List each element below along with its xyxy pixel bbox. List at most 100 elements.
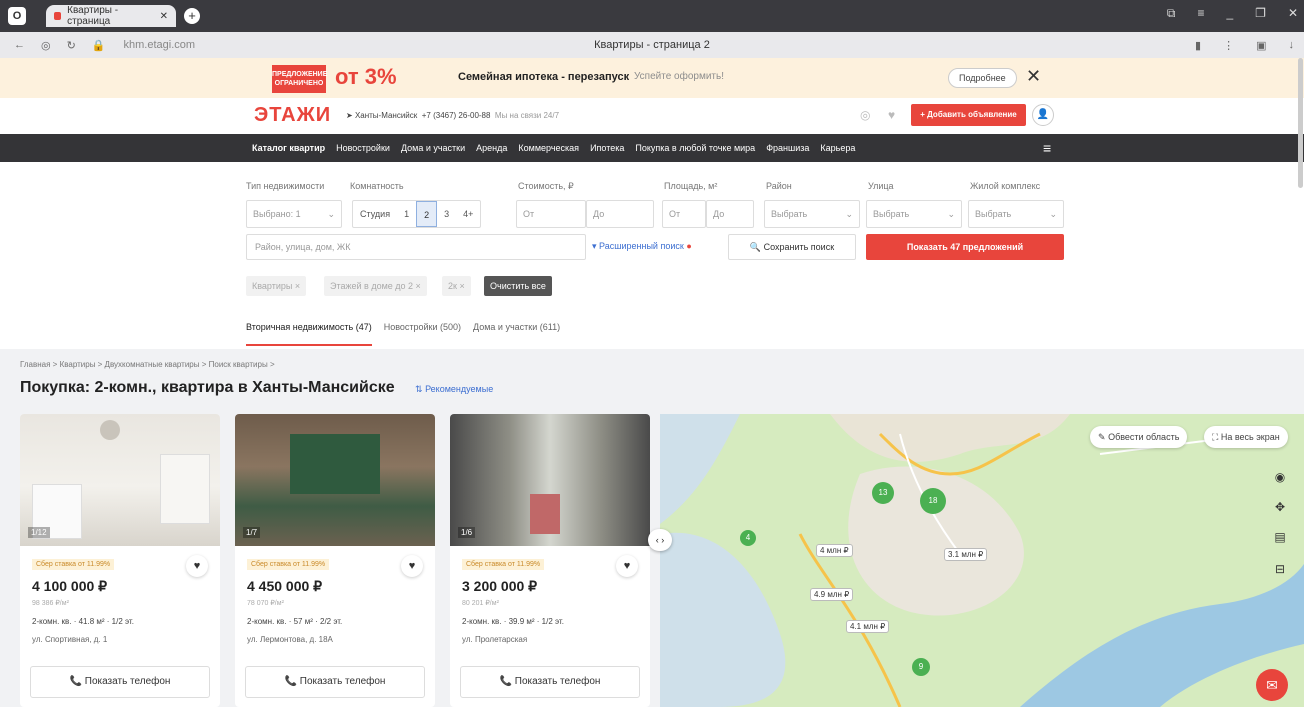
map-cluster[interactable]: 13 — [872, 482, 894, 504]
map-price-label[interactable]: 3.1 млн ₽ — [944, 548, 988, 561]
menu-icon[interactable]: ≡ — [1197, 6, 1204, 21]
nav-newbuild[interactable]: Новостройки — [336, 143, 390, 153]
listing-info: 2-комн. кв. · 39.9 м² · 1/2 эт. — [462, 617, 564, 626]
minimize-icon[interactable]: _ — [1226, 6, 1233, 21]
room-option-1[interactable]: 1 — [397, 201, 416, 227]
new-tab-icon[interactable]: + — [184, 8, 200, 24]
street-select[interactable]: Выбрать ⌄ — [866, 200, 962, 228]
show-results-button[interactable]: Показать 47 предложений — [866, 234, 1064, 260]
city-select[interactable]: Ханты-Мансийск — [355, 111, 417, 120]
nav-mortgage[interactable]: Ипотека — [590, 143, 624, 153]
map-cluster[interactable]: 9 — [912, 658, 930, 676]
fullscreen-button[interactable]: ⛶ На весь экран — [1204, 426, 1288, 448]
compare-icon[interactable]: ◎ — [860, 108, 870, 122]
save-search-button[interactable]: 🔍 Сохранить поиск — [728, 234, 856, 260]
tabs-icon[interactable]: ⧉ — [1167, 6, 1176, 21]
chat-icon[interactable]: ✉ — [1256, 669, 1288, 701]
layers-icon[interactable]: ✥ — [1268, 500, 1292, 522]
listing-card[interactable]: 1/7 Сбер ставка от 11.99% ♥ 4 450 000 ₽ … — [235, 414, 435, 707]
favorite-heart-icon[interactable]: ♥ — [186, 555, 208, 577]
header-phone[interactable]: +7 (3467) 26-00-88 — [422, 111, 491, 120]
extended-search-link[interactable]: ▾ Расширенный поиск ● — [592, 241, 692, 252]
listing-photo[interactable]: 1/7 — [235, 414, 435, 546]
tab-houses[interactable]: Дома и участки (611) — [473, 322, 560, 346]
promo-close-icon[interactable]: ✕ — [1026, 66, 1041, 87]
shield-icon[interactable]: ◎ — [41, 39, 51, 52]
nav-commercial[interactable]: Коммерческая — [518, 143, 579, 153]
reload-icon[interactable]: ↻ — [67, 39, 76, 52]
listing-card[interactable]: 1/12 Сбер ставка от 11.99% ♥ 4 100 000 ₽… — [20, 414, 220, 707]
map-price-label[interactable]: 4.9 млн ₽ — [810, 588, 854, 601]
show-phone-button[interactable]: 📞 Показать телефон — [460, 666, 640, 698]
area-from-input[interactable]: От — [662, 200, 706, 228]
more-icon[interactable]: ⋮ — [1223, 39, 1234, 52]
cost-to-input[interactable]: До — [586, 200, 654, 228]
search-input[interactable]: Район, улица, дом, ЖК — [246, 234, 586, 260]
room-option-4plus[interactable]: 4+ — [456, 201, 480, 227]
tab-newbuild[interactable]: Новостройки (500) — [384, 322, 461, 346]
promo-more-button[interactable]: Подробнее — [948, 68, 1017, 88]
map[interactable]: ✎ Обвести область ⛶ На весь экран 13 18 … — [660, 414, 1304, 707]
sort-select[interactable]: ⇅ Рекомендуемые — [415, 384, 493, 395]
burger-menu-icon[interactable]: ≡ — [1043, 140, 1051, 156]
nav-catalog[interactable]: Каталог квартир — [252, 143, 325, 153]
show-phone-button[interactable]: 📞 Показать телефон — [245, 666, 425, 698]
type-select[interactable]: Выбрано: 1 ⌄ — [246, 200, 342, 228]
map-cluster[interactable]: 18 — [920, 488, 946, 514]
tab-secondary[interactable]: Вторичная недвижимость (47) — [246, 322, 372, 346]
breadcrumb[interactable]: Главная > Квартиры > Двухкомнатные кварт… — [20, 360, 275, 369]
chip-apartments[interactable]: Квартиры × — [246, 276, 307, 296]
cost-from-input[interactable]: От — [516, 200, 586, 228]
nav-career[interactable]: Карьера — [820, 143, 855, 153]
metro-icon[interactable]: ▤ — [1268, 530, 1292, 552]
favorite-heart-icon[interactable]: ♥ — [401, 555, 423, 577]
favicon-icon — [54, 12, 62, 20]
listing-photo[interactable]: 1/12 — [20, 414, 220, 546]
user-icon[interactable]: 👤 — [1032, 104, 1054, 126]
price-per-meter: 78 070 ₽/м² — [247, 600, 284, 607]
clear-all-button[interactable]: Очистить все — [484, 276, 552, 296]
download-icon[interactable]: ↓ — [1289, 39, 1295, 52]
chevron-down-icon: ⌄ — [327, 208, 335, 219]
extensions-icon[interactable]: ▣ — [1256, 39, 1266, 52]
geolocation-icon[interactable]: ◉ — [1268, 470, 1292, 492]
transport-icon[interactable]: ⊟ — [1268, 562, 1292, 584]
maximize-icon[interactable]: ❐ — [1255, 6, 1266, 21]
browser-tab[interactable]: Квартиры - страница ✕ — [46, 5, 176, 27]
nav-worldwide[interactable]: Покупка в любой точке мира — [635, 143, 755, 153]
logo[interactable]: ЭТАЖИ — [254, 104, 331, 127]
add-listing-button[interactable]: + Добавить объявление — [911, 104, 1026, 126]
back-icon[interactable]: ← — [14, 39, 25, 52]
room-option-3[interactable]: 3 — [437, 201, 456, 227]
map-cluster[interactable]: 4 — [740, 530, 756, 546]
close-window-icon[interactable]: ✕ — [1288, 6, 1298, 21]
draw-area-button[interactable]: ✎ Обвести область — [1090, 426, 1188, 448]
map-price-label[interactable]: 4 млн ₽ — [816, 544, 853, 557]
listing-price: 3 200 000 ₽ — [462, 578, 538, 594]
room-option-2[interactable]: 2 — [416, 201, 438, 227]
listing-address: ул. Пролетарская — [462, 635, 528, 644]
complex-select[interactable]: Выбрать ⌄ — [968, 200, 1064, 228]
listing-photo[interactable]: 1/6 — [450, 414, 650, 546]
nav-franchise[interactable]: Франшиза — [766, 143, 809, 153]
nav-houses[interactable]: Дома и участки — [401, 143, 465, 153]
favorites-heart-icon[interactable]: ♥ — [888, 108, 895, 122]
favorite-heart-icon[interactable]: ♥ — [616, 555, 638, 577]
room-option-studio[interactable]: Студия — [353, 201, 397, 227]
category-tabs: Вторичная недвижимость (47) Новостройки … — [246, 322, 560, 346]
tab-close-icon[interactable]: ✕ — [160, 11, 168, 22]
promo-banner[interactable]: ПРЕДЛОЖЕНИЕ ОГРАНИЧЕНО от 3% Семейная ип… — [0, 58, 1304, 98]
show-phone-button[interactable]: 📞 Показать телефон — [30, 666, 210, 698]
map-price-label[interactable]: 4.1 млн ₽ — [846, 620, 890, 633]
url-field[interactable]: khm.etagi.com — [124, 39, 196, 51]
listing-card[interactable]: 1/6 Сбер ставка от 11.99% ♥ 3 200 000 ₽ … — [450, 414, 650, 707]
collapse-map-toggle[interactable]: ‹ › — [648, 529, 672, 551]
area-to-input[interactable]: До — [706, 200, 754, 228]
district-select[interactable]: Выбрать ⌄ — [764, 200, 860, 228]
chip-floors[interactable]: Этажей в доме до 2 × — [324, 276, 427, 296]
page-scrollbar[interactable] — [1298, 58, 1303, 188]
bookmark-icon[interactable]: ▮ — [1195, 39, 1201, 52]
nav-rent[interactable]: Аренда — [476, 143, 507, 153]
chip-2k[interactable]: 2к × — [442, 276, 471, 296]
browser-menu-icon[interactable]: O — [8, 7, 26, 25]
